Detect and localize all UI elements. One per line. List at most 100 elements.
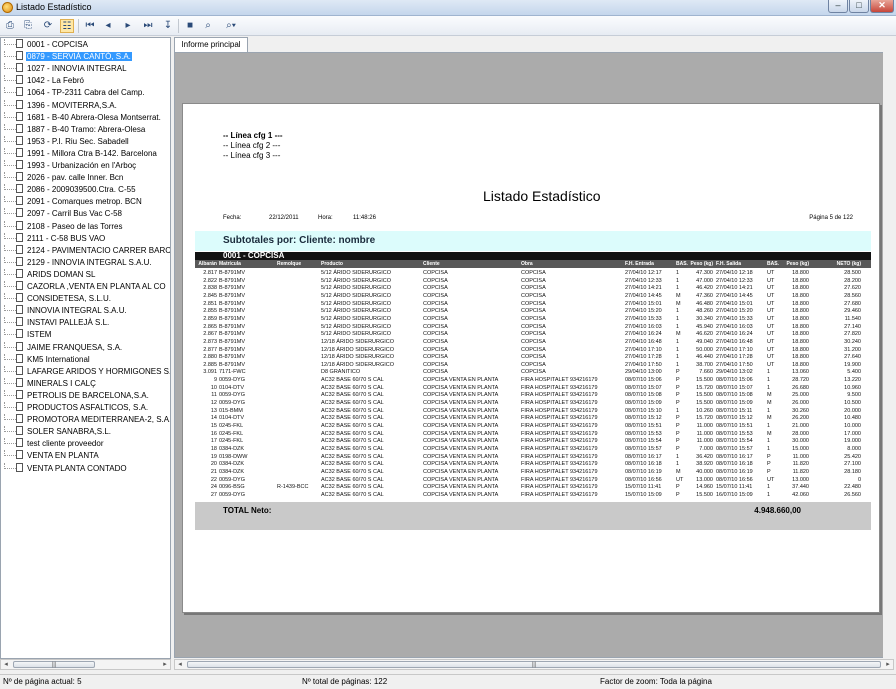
tree-item-label: 2086 - 2009039500.Ctra. C-55 bbox=[27, 185, 136, 195]
col-bas-out: M bbox=[767, 400, 772, 407]
tree-item[interactable]: 1064 - TP-2311 Cabra del Camp. bbox=[4, 87, 146, 98]
tree-item[interactable]: KM5 International bbox=[4, 353, 91, 365]
tree-item[interactable]: 1953 - P.I. Riu Sec. Sabadell bbox=[4, 135, 130, 147]
document-icon bbox=[16, 135, 23, 145]
tree-item[interactable]: 1887 - B-40 Tramo: Abrera-Olesa bbox=[4, 123, 146, 135]
tree-toggle-icon[interactable]: ☷ bbox=[60, 19, 74, 33]
tab-informe-principal[interactable]: Informe principal bbox=[174, 37, 248, 52]
print-icon[interactable]: ⎙ bbox=[3, 19, 17, 33]
col-obra: FIRA HOSPITALET 934216179 bbox=[521, 415, 598, 422]
table-row: 18 0384-DZK AC32 BASE 60/70 S CAL COPCISA V… bbox=[195, 446, 871, 452]
tree-item[interactable]: SOLER SANABRA,S.L. bbox=[4, 426, 112, 437]
col-producto: AC32 BASE 60/70 S CAL bbox=[321, 384, 384, 391]
table-row: 13 015-BMM AC32 BASE 60/70 S CAL COPCISA VE… bbox=[195, 408, 871, 414]
tree-item[interactable]: 1993 - Urbanización en l'Arboç bbox=[4, 160, 137, 171]
tree-item-label: 2091 - Comarques metrop. BCN bbox=[27, 197, 142, 207]
tree-item[interactable]: ISTEM bbox=[4, 329, 52, 340]
col-matricula: 0384-DZK bbox=[219, 461, 245, 468]
tree-item-label: 1993 - Urbanización en l'Arboç bbox=[27, 161, 137, 170]
table-row: 20 0384-DZK AC32 BASE 60/70 S CAL COPCISA V… bbox=[195, 461, 871, 467]
stop-icon[interactable]: ■ bbox=[183, 19, 197, 33]
tree-item[interactable]: CONSIDETESA, S.L.U. bbox=[4, 293, 112, 304]
find-icon[interactable]: ⌕ bbox=[201, 19, 215, 33]
col-matricula: 0059-DYG bbox=[219, 476, 245, 483]
col-neto: 10.960 bbox=[844, 384, 861, 391]
cfg-line-3: -- Línea cfg 3 --- bbox=[223, 151, 281, 160]
maximize-button[interactable]: □ bbox=[849, 0, 869, 13]
document-icon bbox=[16, 293, 23, 303]
tree-item[interactable]: 2111 - C-58 BUS VAO bbox=[4, 232, 106, 244]
tree-item[interactable]: PRODUCTOS ASFALTICOS, S.A. bbox=[4, 402, 149, 413]
minimize-button[interactable]: – bbox=[828, 0, 848, 13]
tree-item[interactable]: CAZORLA ,VENTA EN PLANTA AL CO bbox=[4, 281, 167, 292]
col-salida: 08/07/10 16:17 bbox=[716, 453, 753, 460]
tree-item[interactable]: INNOVIA INTEGRAL S.A.U. bbox=[4, 305, 128, 316]
tree-item[interactable]: VENTA PLANTA CONTADO bbox=[4, 462, 128, 474]
viewer-vertical-scrollbar[interactable] bbox=[883, 52, 894, 658]
document-icon bbox=[16, 87, 23, 97]
tree-item-label: 2108 - Paseo de las Torres bbox=[27, 221, 123, 231]
tree-item[interactable]: test cliente proveedor bbox=[4, 438, 105, 449]
col-matricula: 0198-DWW bbox=[219, 453, 248, 460]
title-bar[interactable]: Listado Estadístico – □ ✕ bbox=[0, 0, 896, 16]
col-salida: 08/07/10 15:51 bbox=[716, 423, 753, 429]
col-peso-in: 7.000 bbox=[699, 445, 713, 452]
tree-item-label: 1042 - La Febró bbox=[27, 76, 84, 86]
scroll-left-icon[interactable]: ◂ bbox=[1, 660, 11, 669]
scroll-left-icon[interactable]: ◂ bbox=[175, 660, 185, 669]
tree-item[interactable]: 1027 - INNOVIA INTEGRAL bbox=[4, 63, 128, 74]
document-icon bbox=[16, 341, 23, 351]
col-salida: 27/04/10 14:21 bbox=[716, 285, 753, 292]
tree-horizontal-scrollbar[interactable]: ◂ ||| ▸ bbox=[0, 659, 171, 670]
tree-item[interactable]: LAFARGE ARIDOS Y HORMIGONES S.A bbox=[4, 365, 170, 377]
total-value: 4.948.660,00 bbox=[754, 506, 801, 515]
tree-item[interactable]: ARIDS DOMAN SL bbox=[4, 268, 96, 280]
col-albaran: 19 bbox=[210, 453, 217, 460]
tree-item[interactable]: 2129 - INNOVIA INTEGRAL S.A.U. bbox=[4, 256, 153, 268]
tree-item[interactable]: 1681 - B-40 Abrera-Olesa Montserrat. bbox=[4, 111, 162, 123]
col-cliente: COPCISA VENTA EN PLANTA bbox=[423, 453, 499, 460]
tree-item[interactable]: 0001 - COPCISA bbox=[4, 39, 89, 50]
col-neto: 27.620 bbox=[844, 285, 861, 292]
tree-item[interactable]: 2086 - 2009039500.Ctra. C-55 bbox=[4, 184, 137, 195]
viewer-horizontal-scrollbar[interactable]: ◂ ||| ▸ bbox=[174, 659, 894, 670]
scroll-thumb[interactable]: ||| bbox=[187, 661, 881, 668]
tree-item[interactable]: 1991 - Millora Ctra B-142. Barcelona bbox=[4, 147, 158, 159]
tree-item[interactable]: 2091 - Comarques metrop. BCN bbox=[4, 196, 143, 207]
col-bas-out: 1 bbox=[767, 407, 771, 414]
col-albaran: 2.867 bbox=[203, 331, 217, 338]
tree-item[interactable]: 2124 - PAVIMENTACIO CARRER BARC bbox=[4, 244, 170, 256]
find-next-icon[interactable]: ⌕▾ bbox=[221, 19, 241, 33]
tree-item[interactable]: 1042 - La Febró bbox=[4, 75, 85, 86]
table-row: 24 0096-BSG R-1439-BCC AC32 BASE 60/70 S CA… bbox=[195, 484, 871, 490]
tree-item[interactable]: 2026 - pav. calle Inner. Bcn bbox=[4, 172, 124, 183]
tree-item[interactable]: PETROLIS DE BARCELONA,S.A. bbox=[4, 389, 150, 401]
col-bas-in: P bbox=[676, 445, 680, 452]
close-button[interactable]: ✕ bbox=[870, 0, 894, 13]
col-entrada: 27/04/10 16:03 bbox=[625, 323, 662, 330]
tree-item[interactable]: PROMOTORA MEDITERRANEA-2, S.A. bbox=[4, 414, 171, 425]
print-setup-icon[interactable]: ⎘ bbox=[21, 19, 35, 33]
scroll-thumb[interactable]: ||| bbox=[13, 661, 95, 668]
next-page-icon[interactable]: ▸ bbox=[121, 19, 135, 33]
goto-page-icon[interactable]: ↧ bbox=[161, 19, 175, 33]
tree-item[interactable]: MINERALS I CALÇ bbox=[4, 377, 97, 389]
tree-item[interactable]: 2097 - Carril Bus Vac C-58 bbox=[4, 208, 123, 219]
col-salida: 27/04/10 15:20 bbox=[716, 308, 753, 315]
scroll-right-icon[interactable]: ▸ bbox=[160, 660, 170, 669]
tree-item[interactable]: 0879 - SERVIÀ CANTÓ, S.A. bbox=[4, 51, 132, 62]
col-matricula: B-8791MV bbox=[219, 331, 245, 338]
tree-item[interactable]: VENTA EN PLANTA bbox=[4, 450, 100, 461]
prev-page-icon[interactable]: ◂ bbox=[101, 19, 115, 33]
last-page-icon[interactable]: ⏭ bbox=[141, 19, 155, 33]
tree-item[interactable]: JAIME FRANQUESA, S.A. bbox=[4, 341, 123, 353]
refresh-icon[interactable]: ⟳ bbox=[41, 19, 55, 33]
tree-item[interactable]: 1396 - MOVITERRA,S.A. bbox=[4, 99, 118, 111]
scroll-right-icon[interactable]: ▸ bbox=[883, 660, 893, 669]
tree-item[interactable]: INSTAVI PALLEJÀ S.L. bbox=[4, 317, 110, 328]
client-tree[interactable]: 0001 - COPCISA 0879 - SERVIÀ CANTÓ, S.A. 1… bbox=[0, 37, 171, 659]
first-page-icon[interactable]: ⏮ bbox=[83, 19, 97, 33]
tree-item[interactable]: 2108 - Paseo de las Torres bbox=[4, 220, 123, 232]
col-bas-out: UT bbox=[767, 331, 775, 338]
tree-item-label: PROMOTORA MEDITERRANEA-2, S.A. bbox=[27, 415, 171, 425]
